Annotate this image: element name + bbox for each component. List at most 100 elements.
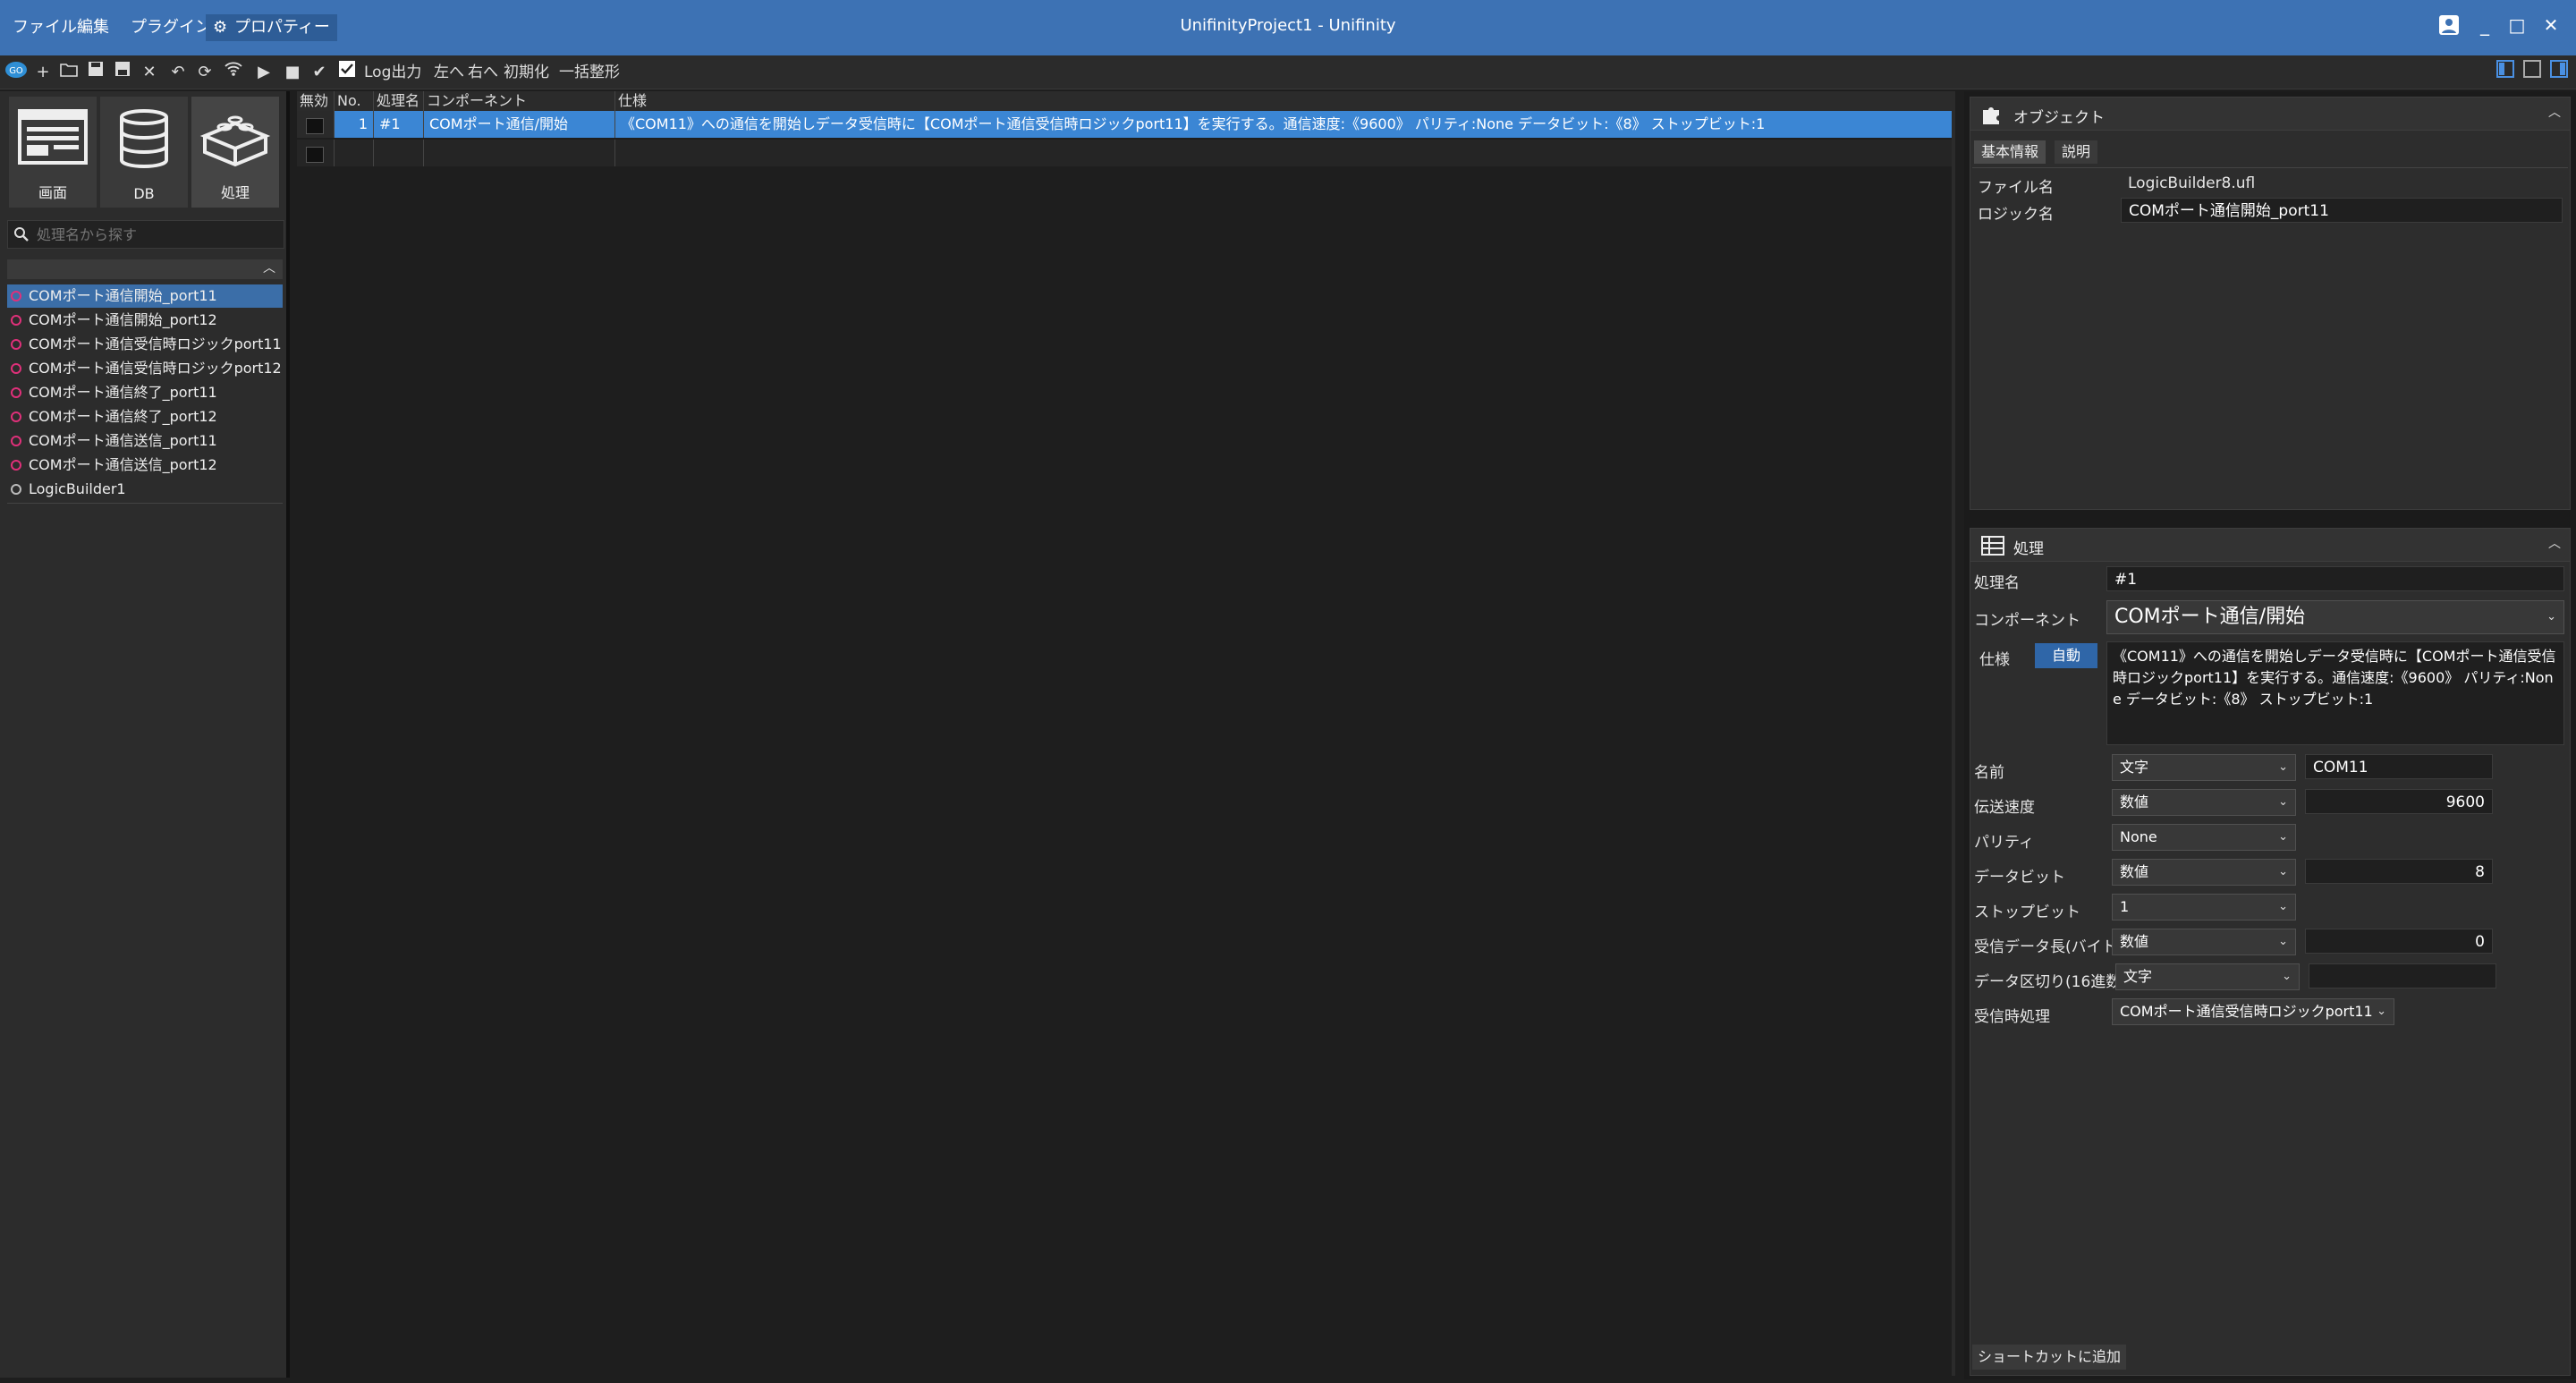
undo-icon[interactable]: ↶ [166, 60, 190, 85]
stop-icon[interactable]: ■ [281, 60, 304, 85]
header-name[interactable]: 処理名 [374, 91, 424, 111]
refresh-icon[interactable]: ⟳ [193, 60, 216, 85]
header-component[interactable]: コンポーネント [424, 91, 615, 111]
empty-cell [424, 140, 615, 166]
logic-icon [11, 412, 21, 422]
list-item[interactable]: COMポート通信終了_port11 [7, 381, 283, 404]
logic-name-field[interactable]: COMポート通信開始_port11 [2121, 198, 2563, 223]
minimize-button[interactable]: _ [2470, 14, 2499, 36]
category-db[interactable]: DB [100, 97, 188, 208]
svg-text:GO: GO [9, 66, 23, 76]
param-type-select[interactable]: 数値 ⌄ [2112, 789, 2296, 816]
move-left-button[interactable]: 左へ [431, 60, 467, 85]
add-icon[interactable]: + [32, 60, 54, 85]
list-item[interactable]: LogicBuilder1 [7, 478, 283, 501]
list-item[interactable]: COMポート通信送信_port12 [7, 454, 283, 477]
list-item[interactable]: COMポート通信開始_port11 [7, 284, 283, 308]
open-folder-icon[interactable] [57, 60, 80, 85]
row-process-name[interactable]: #1 [374, 111, 424, 138]
header-no[interactable]: No. [335, 91, 374, 111]
logic-name-label: ロジック名 [1978, 206, 2054, 224]
logic-icon [11, 460, 21, 471]
category-screen[interactable]: 画面 [9, 97, 97, 208]
param-type-select[interactable]: 数値 ⌄ [2112, 859, 2296, 886]
disabled-checkbox[interactable] [306, 147, 324, 163]
wifi-icon[interactable] [222, 60, 245, 85]
table-row-empty[interactable] [297, 140, 1955, 166]
tab-description[interactable]: 説明 [2055, 140, 2098, 164]
maximize-button[interactable]: □ [2503, 14, 2531, 36]
auto-button[interactable]: 自動 [2035, 643, 2097, 668]
table-icon [1981, 536, 2004, 556]
list-item[interactable]: COMポート通信開始_port12 [7, 309, 283, 332]
chevron-down-icon: ⌄ [2546, 610, 2556, 624]
header-disabled[interactable]: 無効 [297, 91, 335, 111]
close-button[interactable]: ✕ [2537, 14, 2565, 36]
add-shortcut-button[interactable]: ショートカットに追加 [1972, 1345, 2127, 1370]
spec-label: 仕様 [1979, 651, 2010, 669]
param-type-select[interactable]: 文字 ⌄ [2112, 754, 2296, 781]
process-grid: 無効 No. 処理名 コンポーネント 仕様 1 #1 COMポート通信/開始 《… [297, 91, 1955, 1376]
bulk-format-button[interactable]: 一括整形 [556, 60, 623, 85]
process-panel-header[interactable]: 処理 ︿ [1970, 529, 2570, 562]
move-right-button[interactable]: 右へ [465, 60, 501, 85]
play-icon[interactable]: ▶ [252, 60, 275, 85]
layout-right-icon[interactable] [2549, 60, 2569, 85]
param-value-field[interactable]: 9600 [2305, 789, 2493, 814]
app-logo-icon[interactable]: GO [4, 60, 29, 85]
table-row[interactable]: 1 #1 COMポート通信/開始 《COM11》への通信を開始しデータ受信時に【… [297, 111, 1955, 138]
delete-icon[interactable]: ✕ [138, 60, 161, 85]
param-type-select[interactable]: COMポート通信受信時ロジックport11 ⌄ [2112, 998, 2394, 1025]
param-value-field[interactable] [2309, 963, 2496, 988]
list-item[interactable]: COMポート通信送信_port11 [7, 429, 283, 453]
header-spec[interactable]: 仕様 [615, 91, 1955, 111]
layout-left-icon[interactable] [2496, 60, 2515, 85]
object-panel: オブジェクト ︿ 基本情報 説明 ファイル名 LogicBuilder8.ufl… [1970, 97, 2571, 510]
object-panel-title: オブジェクト [2013, 109, 2105, 127]
logic-icon [11, 291, 21, 301]
log-checkbox[interactable] [336, 60, 358, 85]
log-output-label[interactable]: Log出力 [361, 60, 424, 85]
collapse-icon[interactable]: ︿ [263, 259, 275, 276]
list-item[interactable]: COMポート通信終了_port12 [7, 405, 283, 428]
param-type-select[interactable]: 数値 ⌄ [2112, 929, 2296, 955]
component-select[interactable]: COMポート通信/開始 ⌄ [2106, 600, 2564, 634]
row-component[interactable]: COMポート通信/開始 [424, 111, 615, 138]
check-icon[interactable]: ✔ [308, 60, 331, 85]
collapse-icon[interactable]: ︿ [2548, 534, 2561, 552]
save-all-icon[interactable] [111, 60, 134, 85]
disabled-checkbox[interactable] [306, 118, 324, 134]
param-type-select[interactable]: None ⌄ [2112, 824, 2296, 851]
param-type-select[interactable]: 文字 ⌄ [2115, 963, 2300, 990]
param-type-select[interactable]: 1 ⌄ [2112, 894, 2296, 921]
search-box[interactable] [7, 220, 284, 249]
spec-textarea[interactable]: 《COM11》への通信を開始しデータ受信時に【COMポート通信受信時ロジックpo… [2106, 641, 2564, 745]
empty-cell [615, 140, 1955, 166]
list-header[interactable]: ︿ [7, 259, 283, 279]
layout-center-icon[interactable] [2522, 60, 2542, 85]
chevron-down-icon: ⌄ [2377, 1005, 2386, 1018]
param-label: パリティ [1974, 834, 2034, 852]
param-value-field[interactable]: COM11 [2305, 754, 2493, 779]
search-input[interactable] [35, 221, 280, 248]
screen-icon [18, 109, 88, 165]
account-icon[interactable] [2435, 14, 2463, 40]
param-value-field[interactable]: 0 [2305, 929, 2493, 954]
process-name-field[interactable]: #1 [2106, 566, 2564, 591]
object-panel-header[interactable]: オブジェクト ︿ [1970, 98, 2570, 131]
left-panel: 画面 DB 処理 ︿ COMポート通信開始_port11 COMポート通信開始_… [0, 91, 290, 1378]
chevron-down-icon: ⌄ [2278, 830, 2288, 844]
collapse-icon[interactable]: ︿ [2548, 103, 2561, 121]
param-label: データ区切り(16進数) [1974, 973, 2127, 991]
category-process[interactable]: 処理 [191, 97, 279, 208]
row-spec[interactable]: 《COM11》への通信を開始しデータ受信時に【COMポート通信受信時ロジックpo… [615, 111, 1955, 138]
file-name-label: ファイル名 [1978, 179, 2054, 197]
list-item[interactable]: COMポート通信受信時ロジックport11 [7, 333, 283, 356]
tab-basic-info[interactable]: 基本情報 [1974, 140, 2046, 164]
disabled-cell[interactable] [297, 111, 335, 138]
initialize-button[interactable]: 初期化 [501, 60, 552, 85]
param-value-field[interactable]: 8 [2305, 859, 2493, 884]
disabled-cell[interactable] [297, 140, 335, 166]
save-icon[interactable] [84, 60, 107, 85]
list-item[interactable]: COMポート通信受信時ロジックport12 [7, 357, 283, 380]
